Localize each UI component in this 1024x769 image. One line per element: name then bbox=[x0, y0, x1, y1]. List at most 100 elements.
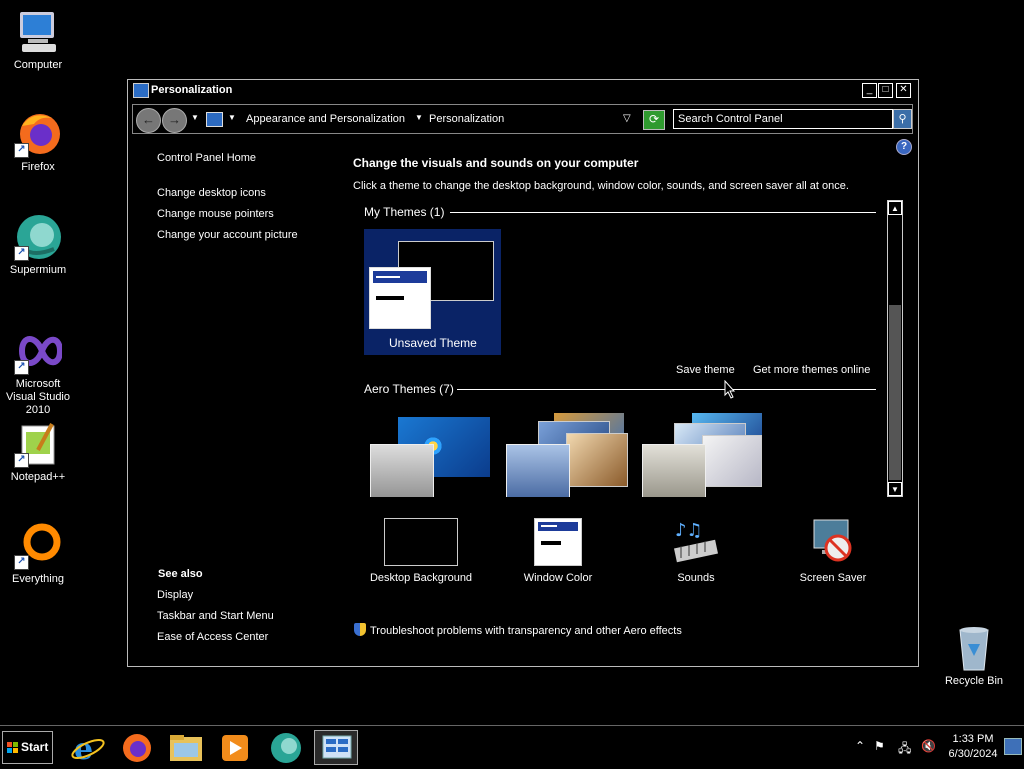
internet-explorer-icon: e bbox=[71, 732, 105, 767]
firefox-icon: ↗ bbox=[14, 110, 62, 158]
unsaved-theme-tile[interactable]: Unsaved Theme bbox=[364, 229, 501, 355]
wallpaper-thumbnail bbox=[566, 433, 628, 487]
clock-time: 1:33 PM bbox=[952, 733, 994, 745]
desktop-icon-label: Microsoft Visual Studio 2010 bbox=[5, 378, 70, 416]
desktop-icon-visual-studio[interactable]: ↗ Microsoft Visual Studio 2010 bbox=[0, 327, 76, 417]
my-themes-header: My Themes (1) bbox=[364, 205, 445, 219]
desktop-icon-supermium[interactable]: ↗ Supermium bbox=[0, 213, 76, 277]
get-more-themes-link[interactable]: Get more themes online bbox=[753, 364, 870, 376]
taskbar-media-player[interactable] bbox=[213, 730, 257, 765]
search-button[interactable]: ⚲ bbox=[893, 109, 912, 129]
control-panel-icon bbox=[206, 112, 223, 127]
recent-pages-dropdown[interactable]: ▼ bbox=[191, 113, 199, 122]
theme-preview-window bbox=[369, 267, 431, 329]
computer-icon bbox=[14, 8, 62, 56]
search-input[interactable]: Search Control Panel bbox=[673, 109, 893, 129]
chevron-down-icon[interactable]: ▼ bbox=[228, 113, 236, 122]
volume-muted-icon[interactable]: 🔇 bbox=[921, 739, 936, 753]
desktop-background-label: Desktop Background bbox=[369, 572, 473, 584]
taskbar-file-explorer[interactable] bbox=[164, 730, 208, 765]
scroll-up-button[interactable]: ▲ bbox=[888, 201, 902, 215]
firefox-icon bbox=[123, 734, 151, 762]
desktop-icon-label: Recycle Bin bbox=[944, 675, 1004, 687]
supermium-icon bbox=[271, 733, 301, 763]
change-mouse-pointers-link[interactable]: Change mouse pointers bbox=[157, 208, 274, 220]
media-player-icon bbox=[222, 735, 248, 761]
control-panel-icon bbox=[133, 83, 149, 98]
wallpaper-thumbnail bbox=[702, 435, 762, 487]
desktop-background-button[interactable]: Desktop Background bbox=[361, 518, 481, 584]
minimize-button[interactable]: _ bbox=[862, 83, 877, 98]
desktop-icon-everything[interactable]: ↗ Everything bbox=[0, 522, 76, 586]
taskbar-start-menu-link[interactable]: Taskbar and Start Menu bbox=[157, 610, 274, 622]
back-button[interactable]: ← bbox=[136, 108, 161, 133]
save-theme-link[interactable]: Save theme bbox=[676, 364, 735, 376]
ease-of-access-link[interactable]: Ease of Access Center bbox=[157, 631, 268, 643]
refresh-button[interactable]: ⟳ bbox=[643, 110, 665, 130]
change-desktop-icons-link[interactable]: Change desktop icons bbox=[157, 187, 266, 199]
scroll-down-button[interactable]: ▼ bbox=[888, 482, 902, 496]
network-icon[interactable]: 🖧 bbox=[898, 739, 911, 760]
troubleshoot-label: Troubleshoot problems with transparency … bbox=[370, 625, 682, 637]
sounds-icon: ♪♫ bbox=[671, 518, 721, 566]
desktop-icon-computer[interactable]: Computer bbox=[0, 8, 76, 72]
notepadpp-icon: ↗ bbox=[14, 420, 62, 468]
windows-flag-icon bbox=[7, 742, 18, 753]
scroll-thumb[interactable] bbox=[889, 305, 901, 480]
see-also-heading: See also bbox=[158, 568, 203, 580]
shortcut-arrow-icon: ↗ bbox=[14, 246, 29, 261]
troubleshoot-link[interactable]: Troubleshoot problems with transparency … bbox=[354, 623, 682, 637]
help-icon[interactable]: ? bbox=[896, 139, 912, 155]
show-desktop-button[interactable] bbox=[1004, 738, 1022, 755]
action-center-flag-icon[interactable]: ⚑ bbox=[874, 739, 885, 753]
aero-themes-header: Aero Themes (7) bbox=[364, 382, 454, 396]
screen-saver-label: Screen Saver bbox=[799, 572, 867, 584]
shield-icon bbox=[354, 623, 366, 636]
window-color-button[interactable]: Window Color bbox=[498, 518, 618, 584]
taskbar-firefox[interactable] bbox=[115, 730, 159, 765]
desktop-icon-notepadpp[interactable]: ↗ Notepad++ bbox=[0, 420, 76, 484]
sounds-button[interactable]: ♪♫ Sounds bbox=[636, 518, 756, 584]
show-hidden-icons-button[interactable]: ⌃ bbox=[855, 739, 865, 753]
recycle-bin-icon bbox=[950, 624, 998, 672]
desktop-background-icon bbox=[384, 518, 458, 566]
display-link[interactable]: Display bbox=[157, 589, 193, 601]
aero-theme-architecture[interactable] bbox=[506, 413, 628, 497]
breadcrumb-appearance[interactable]: Appearance and Personalization bbox=[246, 113, 405, 125]
taskbar-supermium[interactable] bbox=[264, 730, 308, 765]
close-button[interactable]: ✕ bbox=[896, 83, 911, 98]
forward-button[interactable]: → bbox=[162, 108, 187, 133]
chevron-down-icon[interactable]: ▼ bbox=[415, 113, 423, 122]
desktop-icon-recycle-bin[interactable]: Recycle Bin bbox=[936, 624, 1012, 688]
maximize-button[interactable]: □ bbox=[878, 83, 893, 98]
address-history-dropdown[interactable]: ▽ bbox=[623, 113, 631, 124]
window-color-label: Window Color bbox=[523, 572, 593, 584]
themes-scrollbar[interactable]: ▲ ▼ bbox=[887, 200, 903, 497]
window-title: Personalization bbox=[151, 84, 233, 96]
aero-theme-windows7[interactable] bbox=[370, 417, 492, 497]
shortcut-arrow-icon: ↗ bbox=[14, 453, 29, 468]
breadcrumb-personalization[interactable]: Personalization bbox=[429, 113, 504, 125]
taskbar-control-panel[interactable] bbox=[314, 730, 358, 765]
desktop-icon-label: Supermium bbox=[9, 264, 67, 276]
glass-window-preview bbox=[642, 444, 706, 497]
start-button[interactable]: Start bbox=[2, 731, 53, 764]
glass-window-preview bbox=[370, 444, 434, 497]
taskbar-internet-explorer[interactable]: e bbox=[66, 730, 110, 767]
divider bbox=[450, 212, 876, 213]
sounds-label: Sounds bbox=[677, 572, 715, 584]
change-account-picture-link[interactable]: Change your account picture bbox=[157, 229, 298, 241]
desktop-icon-label: Everything bbox=[12, 573, 64, 585]
aero-theme-characters[interactable] bbox=[642, 413, 764, 497]
shortcut-arrow-icon: ↗ bbox=[14, 555, 29, 570]
desktop-icon-firefox[interactable]: ↗ Firefox bbox=[0, 110, 76, 174]
page-heading: Change the visuals and sounds on your co… bbox=[353, 156, 639, 170]
mouse-cursor-icon bbox=[724, 380, 736, 399]
divider bbox=[457, 389, 876, 390]
title-bar[interactable]: Personalization _ □ ✕ bbox=[128, 80, 918, 101]
taskbar: Start e ⌃ ⚑ 🖧 🔇 1:33 PM 6/30/2024 bbox=[0, 725, 1024, 769]
clock[interactable]: 1:33 PM 6/30/2024 bbox=[942, 732, 1004, 762]
screen-saver-button[interactable]: Screen Saver bbox=[773, 518, 893, 584]
personalization-window: Personalization _ □ ✕ ← → ▼ ▼ Appearance… bbox=[127, 79, 919, 667]
control-panel-home-link[interactable]: Control Panel Home bbox=[157, 152, 256, 164]
